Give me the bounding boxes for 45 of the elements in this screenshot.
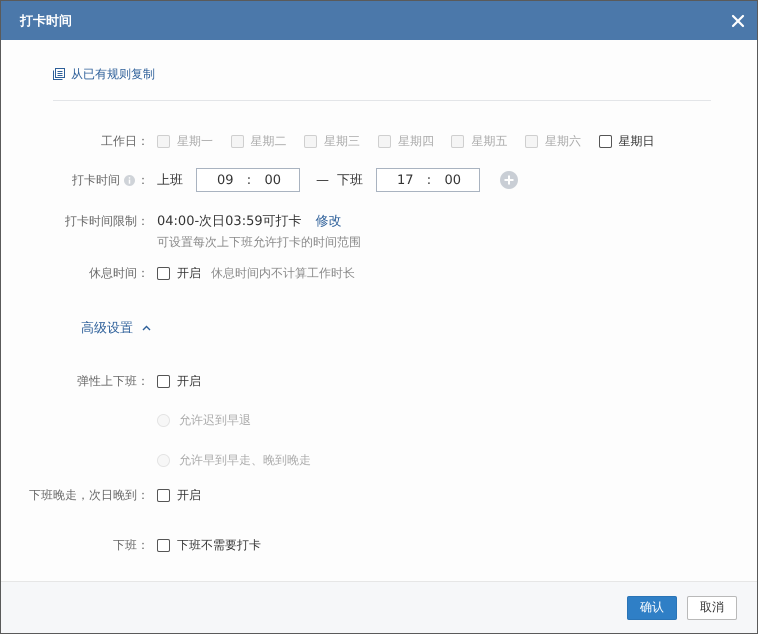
cancel-button[interactable]: 取消 (687, 596, 737, 620)
option-label: 开启 (177, 264, 201, 282)
advanced-settings-toggle[interactable]: 高级设置 (81, 319, 133, 337)
dialog-title: 打卡时间 (20, 12, 72, 30)
weekday-label: 星期一 (177, 132, 213, 150)
close-icon[interactable] (731, 14, 745, 28)
hint-text: 可设置每次上下班允许打卡的时间范围 (157, 234, 361, 250)
form-label: 打卡时间 (72, 172, 120, 188)
weekday-label: 星期三 (324, 132, 360, 150)
checkbox[interactable] (157, 538, 170, 552)
weekday-label: 星期四 (398, 132, 434, 150)
form-label: 下班晚走，次日晚到： (29, 486, 149, 504)
confirm-button[interactable]: 确认 (627, 596, 677, 620)
checkbox[interactable] (157, 488, 170, 502)
label-colon: ： (137, 172, 149, 188)
add-icon[interactable] (500, 171, 518, 189)
option-label: 下班不需要打卡 (177, 536, 261, 554)
form-label: 下班： (113, 536, 149, 554)
option-label: 允许迟到早退 (179, 412, 251, 428)
option-label: 开启 (177, 372, 201, 390)
weekday-label: 星期二 (250, 132, 287, 150)
weekday-label: 星期日 (618, 132, 655, 150)
chevron-up-icon[interactable] (142, 325, 151, 331)
time-field[interactable]: 17 : 00 (376, 168, 480, 192)
checkbox[interactable] (598, 134, 612, 148)
info-icon[interactable] (124, 174, 135, 186)
option-label: 允许早到早走、晚到晚走 (179, 452, 311, 468)
weekday-label: 星期五 (471, 132, 508, 150)
form-label: 打卡时间限制： (65, 212, 149, 230)
form-label: 休息时间： (89, 264, 149, 282)
time-field[interactable]: 09 : 00 (196, 168, 300, 192)
checkbox[interactable] (157, 374, 170, 388)
edit-link[interactable]: 修改 (316, 212, 342, 230)
option-label: 开启 (177, 486, 201, 504)
hint-text: 休息时间内不计算工作时长 (211, 264, 355, 282)
copy-icon[interactable] (53, 68, 65, 80)
form-label: 弹性上下班： (77, 372, 149, 390)
limit-value: 04:00-次日03:59可打卡 (157, 213, 302, 230)
shift-label: 上班 (157, 172, 183, 189)
weekday-label: 星期六 (544, 132, 581, 150)
checkbox[interactable] (157, 266, 170, 280)
shift-label: 下班 (337, 172, 363, 189)
form-label: 工作日： (101, 132, 149, 150)
dash: — (316, 172, 329, 188)
copy-rules-link[interactable]: 从已有规则复制 (71, 66, 155, 82)
